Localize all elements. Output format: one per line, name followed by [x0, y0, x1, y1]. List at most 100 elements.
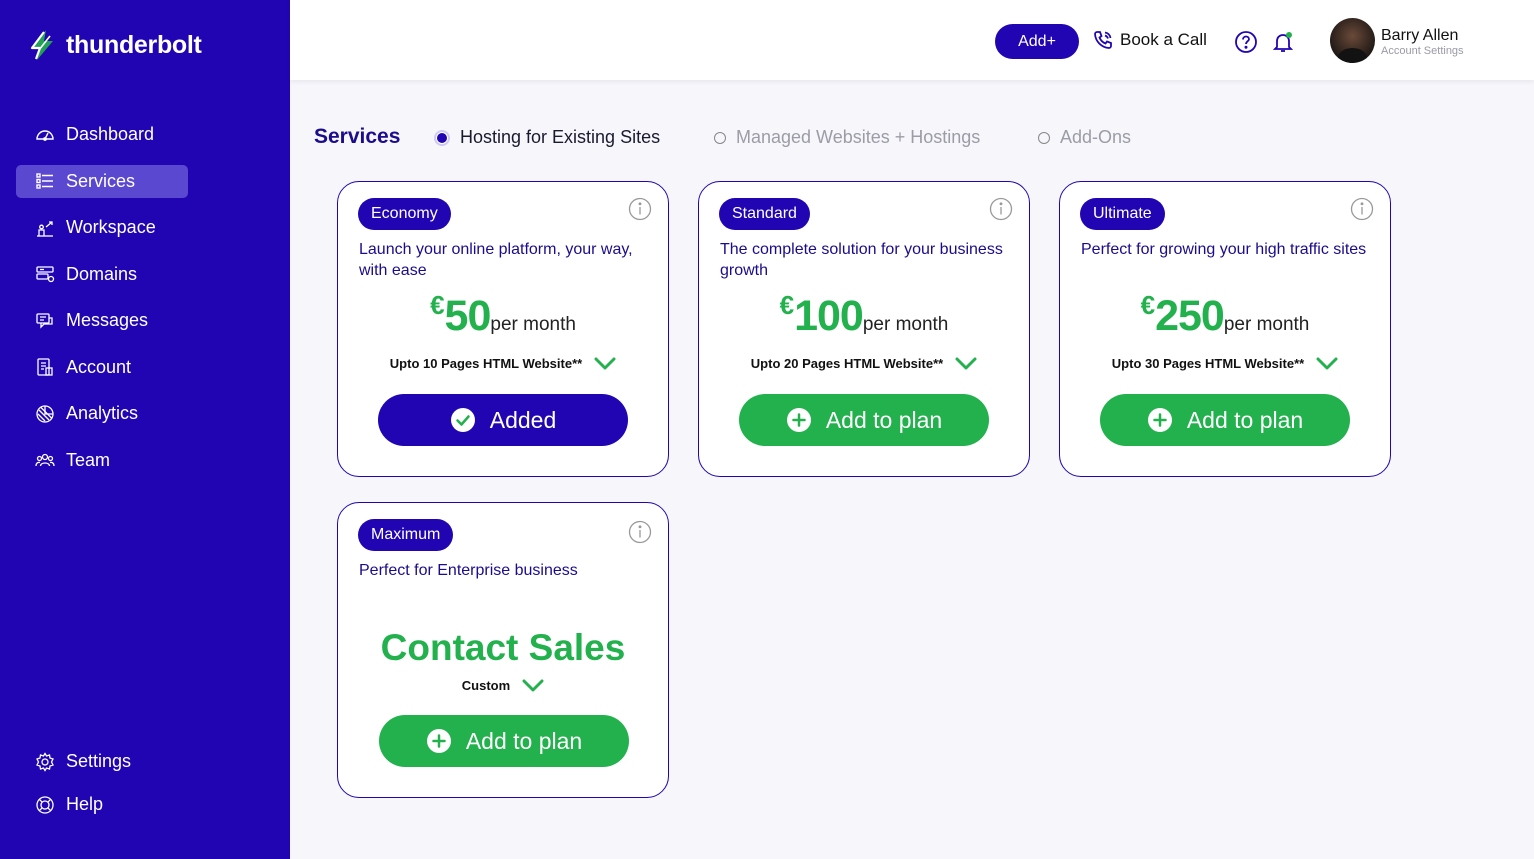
radio-selected-icon: [434, 129, 450, 146]
check-circle-icon: [450, 408, 475, 432]
price-period: per month: [862, 314, 949, 335]
plan-description: The complete solution for your business …: [720, 241, 1003, 279]
sidebar-item-label: Domains: [66, 263, 138, 284]
price-currency: €: [779, 290, 795, 320]
plan-badge: Ultimate: [1080, 198, 1165, 230]
plan-feature-toggle[interactable]: Upto 30 Pages HTML Website**: [1060, 356, 1390, 371]
sidebar-item-label: Messages: [66, 310, 149, 330]
plan-feature-label: Upto 30 Pages HTML Website**: [1111, 356, 1305, 371]
price-amount: 250: [1155, 292, 1225, 340]
info-icon[interactable]: [628, 520, 652, 544]
plan-badge: Economy: [358, 198, 451, 230]
gear-icon: [34, 751, 56, 773]
price-period: per month: [490, 314, 576, 335]
account-icon: [34, 356, 56, 378]
analytics-pie-icon: [34, 403, 56, 425]
sidebar-item-label: Workspace: [66, 217, 156, 237]
tab-label: Hosting for Existing Sites: [460, 127, 661, 147]
info-icon[interactable]: [989, 197, 1013, 221]
plan-feature-toggle[interactable]: Custom: [338, 678, 668, 693]
cta-label: Add to plan: [825, 406, 943, 433]
plan-price: €250per month: [1060, 290, 1390, 341]
avatar[interactable]: [1330, 18, 1375, 63]
messages-icon: [34, 310, 56, 332]
added-button[interactable]: Added: [378, 394, 628, 446]
plus-circle-icon: [786, 408, 811, 432]
brand-logo[interactable]: thunderbolt: [26, 28, 202, 62]
sidebar-item-workspace[interactable]: Workspace: [16, 211, 188, 244]
bell-notification-icon[interactable]: [1271, 30, 1295, 54]
plan-feature-label: Upto 20 Pages HTML Website**: [750, 356, 944, 371]
cta-label: Added: [489, 406, 557, 433]
plan-badge: Maximum: [358, 519, 454, 551]
chevron-down-icon: [594, 357, 616, 369]
add-to-plan-button[interactable]: Add to plan: [1100, 394, 1350, 446]
sidebar-item-services[interactable]: Services: [16, 164, 188, 198]
sidebar-item-settings[interactable]: Settings: [16, 745, 188, 778]
lifebuoy-icon: [34, 794, 56, 816]
page-title: Services: [314, 125, 401, 148]
sidebar-nav: Dashboard Services Workspace Domains Mes…: [16, 118, 188, 490]
book-call-label: Book a Call: [1120, 30, 1207, 49]
sidebar-item-messages[interactable]: Messages: [16, 304, 188, 337]
plan-card-standard: Standard The complete solution for your …: [698, 181, 1030, 477]
contact-sales-text: Contact Sales: [380, 627, 626, 668]
sidebar-item-label: Analytics: [66, 403, 139, 423]
add-to-plan-button[interactable]: Add to plan: [739, 394, 989, 446]
radio-icon: [1038, 131, 1050, 144]
account-settings-link[interactable]: Account Settings: [1381, 45, 1464, 57]
plan-card-ultimate: Ultimate Perfect for growing your high t…: [1059, 181, 1391, 477]
info-icon[interactable]: [1350, 197, 1374, 221]
plan-feature-toggle[interactable]: Upto 10 Pages HTML Website**: [338, 356, 668, 371]
plan-feature-label: Upto 10 Pages HTML Website**: [389, 356, 583, 371]
sidebar-item-label: Dashboard: [66, 124, 155, 144]
price-amount: 100: [794, 292, 864, 340]
chevron-down-icon: [1316, 357, 1338, 369]
add-to-plan-button[interactable]: Add to plan: [379, 715, 629, 767]
price-period: per month: [1223, 314, 1310, 335]
workspace-icon: [34, 217, 56, 239]
phone-icon: [1094, 31, 1112, 49]
info-icon[interactable]: [628, 197, 652, 221]
plan-card-economy: Economy Launch your online platform, you…: [337, 181, 669, 477]
sidebar-item-account[interactable]: Account: [16, 351, 188, 384]
plan-feature-toggle[interactable]: Upto 20 Pages HTML Website**: [699, 356, 1029, 371]
sidebar: thunderbolt Dashboard Services Workspace…: [0, 0, 290, 859]
tab-managed-websites[interactable]: Managed Websites + Hostings: [714, 127, 980, 148]
chevron-down-icon: [955, 357, 977, 369]
sidebar-item-analytics[interactable]: Analytics: [16, 397, 188, 430]
plus-circle-icon: [426, 729, 451, 753]
book-call-button[interactable]: Book a Call: [1093, 30, 1207, 50]
plan-price: €100per month: [699, 290, 1029, 341]
chevron-down-icon: [522, 679, 544, 691]
sidebar-item-label: Settings: [66, 751, 132, 771]
plan-description: Perfect for Enterprise business: [359, 562, 578, 579]
plan-card-maximum: Maximum Perfect for Enterprise business …: [337, 502, 669, 798]
plan-badge: Standard: [719, 198, 810, 230]
domains-icon: [34, 263, 56, 285]
help-question-icon[interactable]: [1234, 30, 1258, 54]
sidebar-item-dashboard[interactable]: Dashboard: [16, 118, 188, 151]
cta-label: Add to plan: [1186, 406, 1304, 433]
sidebar-item-label: Team: [66, 449, 111, 470]
thunderbolt-logo-icon: [30, 30, 53, 60]
top-header: Add+ Book a Call Barry Allen Account Set…: [290, 0, 1534, 80]
sidebar-item-label: Services: [66, 170, 136, 191]
plus-circle-icon: [1147, 408, 1172, 432]
sidebar-item-domains[interactable]: Domains: [16, 258, 188, 291]
plan-description: Launch your online platform, your way, w…: [359, 241, 633, 279]
dashboard-gauge-icon: [34, 124, 56, 146]
tab-label: Add-Ons: [1060, 127, 1132, 147]
add-button[interactable]: Add+: [995, 24, 1079, 59]
brand-name: thunderbolt: [66, 30, 202, 59]
sidebar-item-label: Account: [66, 356, 132, 377]
plan-description: Perfect for growing your high traffic si…: [1081, 241, 1367, 258]
sidebar-item-label: Help: [66, 794, 104, 814]
tab-hosting-existing-sites[interactable]: Hosting for Existing Sites: [434, 127, 660, 148]
radio-icon: [714, 131, 726, 144]
price-amount: 50: [444, 292, 492, 340]
sidebar-item-help[interactable]: Help: [16, 788, 188, 821]
sidebar-item-team[interactable]: Team: [16, 444, 188, 477]
user-name[interactable]: Barry Allen: [1381, 27, 1458, 45]
tab-add-ons[interactable]: Add-Ons: [1038, 127, 1131, 148]
